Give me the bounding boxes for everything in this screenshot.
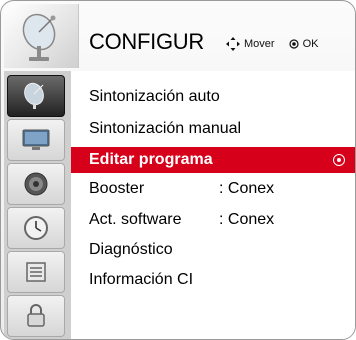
ok-button-icon	[288, 39, 299, 49]
menu-item-label: Información CI	[89, 271, 194, 288]
menu-item-software-update[interactable]: Act. software : Conex	[71, 207, 355, 233]
satellite-dish-icon	[24, 82, 44, 109]
sidebar-tab-option[interactable]	[7, 251, 65, 293]
sidebar-tab-time[interactable]	[7, 207, 65, 249]
menu-item-manual-tuning[interactable]: Sintonización manual	[71, 116, 355, 142]
sidebar-tab-picture[interactable]	[7, 119, 65, 161]
ok-button-icon	[333, 154, 345, 166]
sidebar-tab-audio[interactable]	[7, 163, 65, 205]
menu-item-ci-information[interactable]: Información CI	[71, 267, 355, 293]
satellite-dish-icon	[4, 4, 79, 68]
tv-screen-icon	[22, 129, 50, 150]
move-hint-label: Mover	[244, 38, 275, 50]
dpad-move-icon	[226, 37, 240, 51]
ok-hint-label: OK	[302, 38, 319, 50]
software-update-value: : Conex	[219, 211, 275, 228]
menu-title: CONFIGUR	[89, 29, 204, 54]
lock-icon	[27, 304, 45, 327]
menu-item-booster[interactable]: Booster : Conex	[71, 176, 355, 202]
menu-list: Sintonización auto Sintonización manual …	[71, 71, 355, 339]
menu-item-label: Sintonización auto	[89, 88, 220, 105]
menu-item-label: Editar programa	[89, 151, 213, 168]
clock-time-icon	[24, 216, 48, 240]
menu-item-diagnostics[interactable]: Diagnóstico	[71, 237, 355, 263]
booster-value: : Conex	[219, 180, 275, 197]
menu-item-auto-tuning[interactable]: Sintonización auto	[71, 84, 355, 110]
menu-item-label: Act. software	[89, 211, 182, 228]
menu-item-edit-programme[interactable]: Editar programa	[71, 147, 355, 173]
category-sidebar	[4, 71, 71, 339]
settings-options-icon	[26, 262, 46, 282]
sidebar-tab-channel-setup[interactable]	[7, 75, 65, 117]
menu-item-label: Sintonización manual	[89, 120, 242, 137]
speaker-audio-icon	[24, 172, 48, 196]
setup-menu-window: CONFIGUR Mover OK Sintonización auto Sin…	[0, 0, 356, 340]
navigation-hints: Mover OK	[226, 37, 318, 51]
sidebar-tab-lock[interactable]	[7, 295, 65, 337]
menu-item-label: Diagnóstico	[89, 241, 173, 258]
menu-item-label: Booster	[89, 180, 145, 197]
